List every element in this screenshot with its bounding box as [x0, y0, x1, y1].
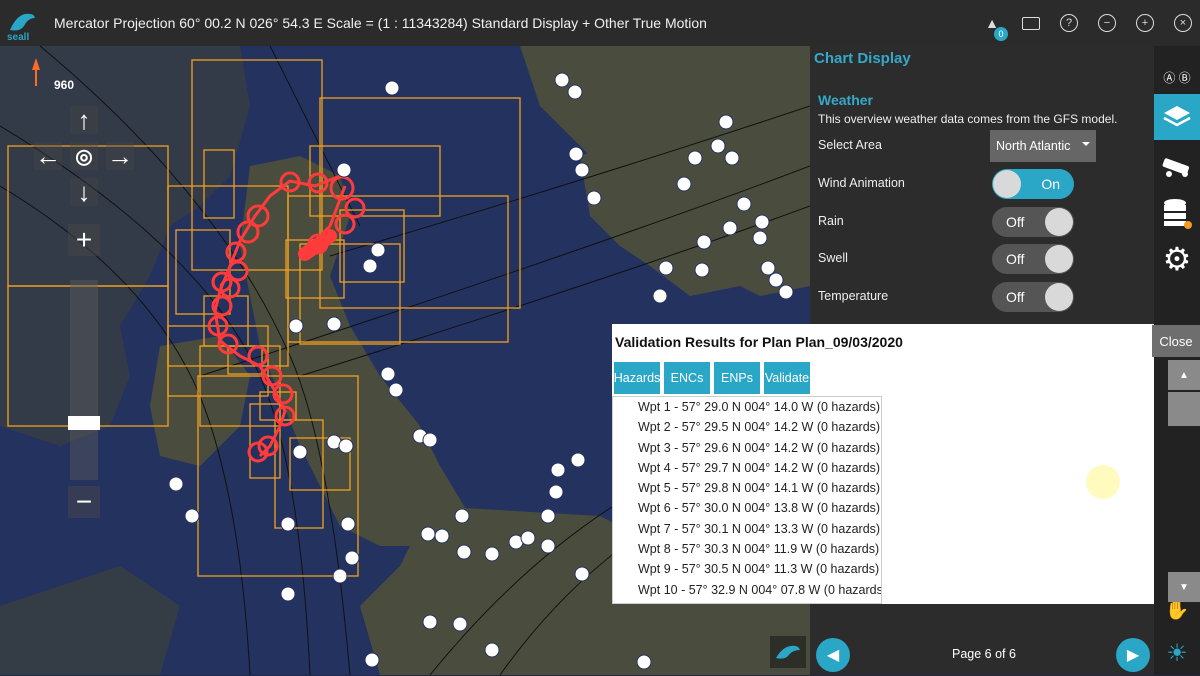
wind-animation-toggle[interactable]: On — [992, 169, 1074, 199]
pointer-highlight — [1086, 465, 1120, 499]
pan-right-icon[interactable]: → — [106, 141, 134, 171]
validation-dialog: Validation Results for Plan Plan_09/03/2… — [612, 324, 1154, 604]
tab-enps[interactable]: ENPs — [714, 362, 760, 394]
toggle-knob — [993, 170, 1021, 198]
previous-page-icon[interactable]: ◀ — [816, 638, 850, 672]
scroll-down-icon[interactable]: ▼ — [1168, 572, 1200, 602]
rain-toggle[interactable]: Off — [992, 207, 1074, 237]
gear-icon[interactable]: ⚙ — [1154, 236, 1200, 282]
zoom-out-button[interactable]: − — [68, 486, 100, 518]
scroll-up-icon[interactable]: ▲ — [1168, 360, 1200, 390]
tab-encs[interactable]: ENCs — [664, 362, 710, 394]
list-item[interactable]: Wpt 5 - 57° 29.8 N 004° 14.1 W (0 hazard… — [613, 478, 881, 498]
center-icon[interactable]: ◎ — [70, 142, 98, 170]
logo-text: seall — [7, 32, 29, 42]
page-navigation: ◀ Page 6 of 6 ▶ — [810, 626, 1154, 675]
validation-tabs: Hazards ENCs ENPs Validate — [614, 362, 810, 394]
swell-toggle[interactable]: Off — [992, 244, 1074, 274]
list-item[interactable]: Wpt 9 - 57° 30.5 N 004° 11.3 W (0 hazard… — [613, 559, 881, 579]
zoom-in-button[interactable]: + — [68, 224, 100, 256]
chart-title: Mercator Projection 60° 00.2 N 026° 54.3… — [54, 15, 707, 31]
page-indicator: Page 6 of 6 — [952, 647, 1016, 661]
wind-toggle-state: On — [1041, 176, 1060, 192]
swell-label: Swell — [818, 251, 848, 265]
temperature-label: Temperature — [818, 289, 889, 303]
binoculars-icon[interactable] — [1154, 142, 1200, 188]
swell-toggle-state: Off — [1006, 251, 1025, 267]
next-page-icon[interactable]: ▶ — [1116, 638, 1150, 672]
list-item[interactable]: Wpt 10 - 57° 32.9 N 004° 07.8 W (0 hazar… — [613, 580, 881, 600]
close-button[interactable]: Close — [1152, 325, 1200, 357]
select-area-value: North Atlantic — [996, 139, 1071, 153]
seall-logo: seall — [0, 0, 46, 46]
title-bar: seall Mercator Projection 60° 00.2 N 026… — [0, 0, 1200, 46]
scale-label: 960 — [54, 78, 75, 92]
weather-section-title: Weather — [818, 92, 873, 108]
basket-count-badge: 0 — [994, 27, 1008, 41]
database-icon[interactable] — [1154, 190, 1200, 236]
list-item[interactable]: Wpt 8 - 57° 30.3 N 004° 11.9 W (0 hazard… — [613, 539, 881, 559]
keyboard-icon[interactable] — [1022, 16, 1040, 30]
zoom-slider-track[interactable] — [70, 280, 98, 480]
pan-controls: ↑ ← ◎ → ↓ — [34, 105, 134, 207]
layers-icon[interactable] — [1154, 94, 1200, 140]
temperature-toggle-state: Off — [1006, 289, 1025, 305]
list-item[interactable]: Wpt 2 - 57° 29.5 N 004° 14.2 W (0 hazard… — [613, 417, 881, 437]
toggle-knob — [1045, 245, 1073, 273]
zoom-in-icon[interactable]: + — [1136, 14, 1154, 32]
list-item[interactable]: Wpt 3 - 57° 29.6 N 004° 14.2 W (0 hazard… — [613, 438, 881, 458]
panel-title: Chart Display — [814, 50, 911, 67]
list-item[interactable]: Wpt 4 - 57° 29.7 N 004° 14.2 W (0 hazard… — [613, 458, 881, 478]
temperature-toggle[interactable]: Off — [992, 282, 1074, 312]
rain-label: Rain — [818, 214, 844, 228]
select-area-dropdown[interactable]: North Atlantic — [990, 130, 1096, 162]
basket-icon[interactable]: ▲ 0 — [982, 13, 1008, 41]
list-item[interactable]: Wpt 6 - 57° 30.0 N 004° 13.8 W (0 hazard… — [613, 498, 881, 518]
brightness-icon[interactable]: ☀ — [1154, 630, 1200, 676]
list-item[interactable]: Wpt 1 - 57° 29.0 N 004° 14.0 W (0 hazard… — [613, 397, 881, 417]
chevron-down-icon — [1082, 142, 1090, 146]
pan-down-icon[interactable]: ↓ — [70, 177, 98, 207]
scrollbar-thumb[interactable] — [1168, 392, 1200, 426]
waypoint-list[interactable]: Wpt 1 - 57° 29.0 N 004° 14.0 W (0 hazard… — [612, 396, 882, 604]
close-icon[interactable]: × — [1174, 14, 1192, 32]
list-item[interactable]: Wpt 7 - 57° 30.1 N 004° 13.3 W (0 hazard… — [613, 519, 881, 539]
rain-toggle-state: Off — [1006, 214, 1025, 230]
tab-hazards[interactable]: Hazards — [614, 362, 660, 394]
zoom-slider-thumb[interactable] — [68, 416, 100, 430]
select-area-label: Select Area — [818, 138, 882, 152]
pan-up-icon[interactable]: ↑ — [70, 105, 98, 135]
toggle-knob — [1045, 283, 1073, 311]
toggle-knob — [1045, 208, 1073, 236]
validate-button[interactable]: Validate — [764, 362, 810, 394]
zoom-out-icon[interactable]: − — [1098, 14, 1116, 32]
weather-description: This overview weather data comes from th… — [818, 112, 1118, 126]
pan-left-icon[interactable]: ← — [34, 141, 62, 171]
help-icon[interactable]: ? — [1060, 14, 1078, 32]
wind-animation-label: Wind Animation — [818, 176, 905, 190]
validation-title: Validation Results for Plan Plan_09/03/2… — [615, 334, 903, 350]
